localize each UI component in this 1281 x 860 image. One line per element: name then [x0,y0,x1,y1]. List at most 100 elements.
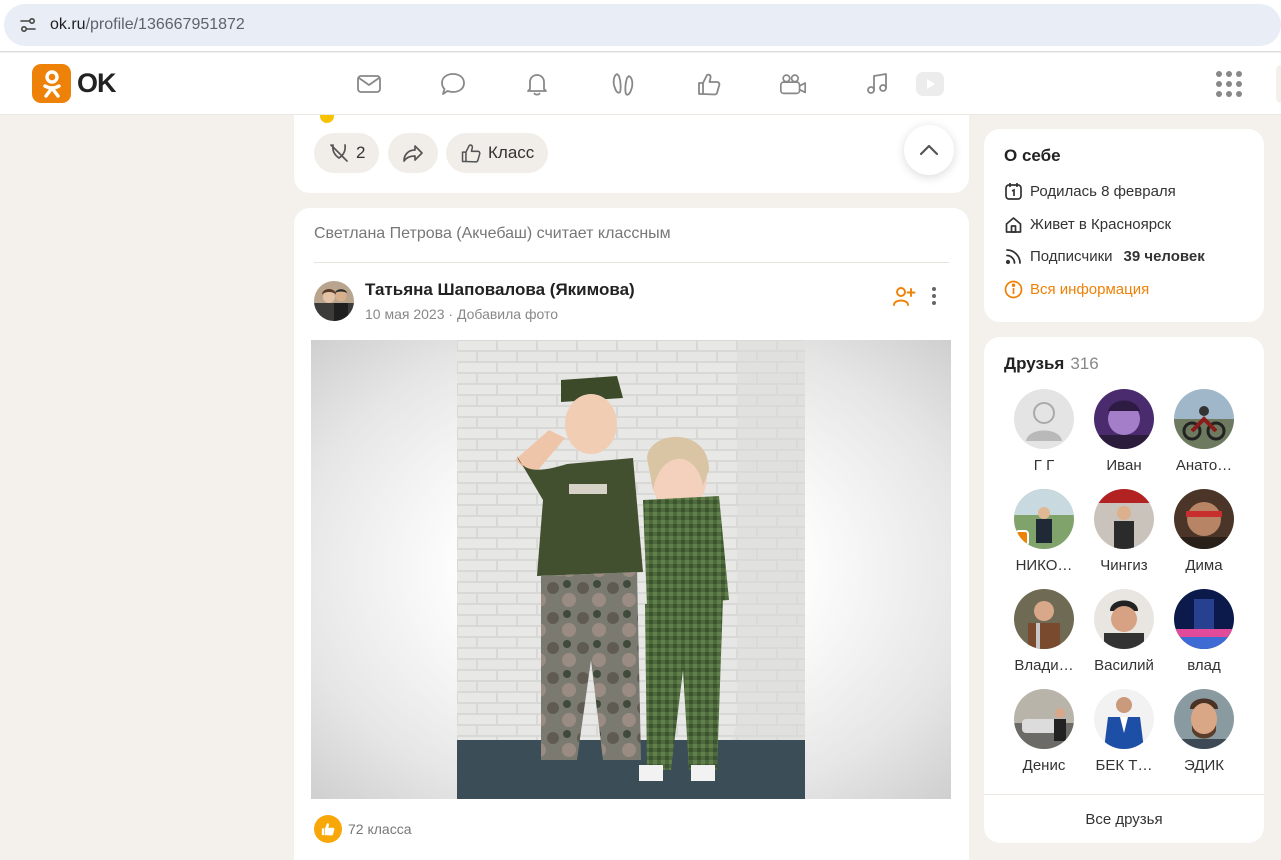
url-path: /profile/136667951872 [85,16,245,33]
friend-name: Г Г [1033,457,1055,474]
friend-name: влад [1187,657,1221,674]
share-button[interactable] [388,133,438,173]
friend-item[interactable]: Анато… [1169,389,1239,474]
friend-item[interactable]: ЭДИК [1169,689,1239,774]
friend-name: Василий [1094,657,1154,674]
klass-button[interactable]: Класс [446,133,549,173]
divider [984,794,1264,795]
all-friends-link[interactable]: Все друзья [984,811,1264,828]
meta-separator: · [448,306,454,322]
browser-toolbar: ok.ru/profile/136667951872 [0,0,1281,52]
reshare-count: 2 [356,143,366,162]
share-icon [403,145,423,162]
post-author-name[interactable]: Татьяна Шаповалова (Якимова) [365,280,635,300]
messages-icon[interactable] [354,69,384,99]
friends-count: 316 [1070,354,1099,373]
events-icon[interactable] [694,69,724,99]
post-meta: 10 мая 2023 · Добавила фото [365,306,558,322]
friend-item[interactable]: Василий [1089,589,1159,674]
add-friend-icon[interactable] [890,282,918,310]
rss-icon [1005,249,1021,265]
friend-name: НИКО… [1015,557,1073,574]
friends-title-text: Друзья [1004,354,1065,373]
likes-count: 72 класса [348,821,412,837]
friend-item[interactable]: НИКО… [1009,489,1079,574]
previous-post-card: 2 Класс [294,115,969,193]
friend-name: Дима [1185,557,1223,574]
followers-row[interactable]: Подписчики 39 человек [1004,247,1205,266]
address-bar[interactable]: ok.ru/profile/136667951872 [4,4,1281,46]
followers-count: 39 человек [1123,248,1205,265]
friend-avatar [1014,389,1074,449]
likes-row[interactable]: 72 класса [314,815,412,843]
friend-item[interactable]: Иван [1089,389,1159,474]
friend-name: Анато… [1175,457,1233,474]
more-options-icon[interactable] [922,282,946,310]
friend-item[interactable]: Г Г [1009,389,1079,474]
online-badge-icon [1015,530,1029,546]
url-host: ok.ru [50,16,86,33]
friend-item[interactable]: Влади… [1009,589,1079,674]
friend-name: Влади… [1014,657,1074,674]
liked-by-text[interactable]: Светлана Петрова (Акчебаш) считает класс… [314,225,671,243]
about-title: О себе [1004,146,1061,165]
friend-avatar [1174,689,1234,749]
ok-logo-icon [32,64,71,103]
video-tv-icon[interactable] [914,69,946,99]
info-icon [1004,280,1023,299]
discussions-icon[interactable] [438,69,468,99]
friend-name: Денис [1022,757,1066,774]
friend-avatar [1174,389,1234,449]
birthday-text: Родилась 8 февраля [1030,183,1176,200]
friend-item[interactable]: БЕК Т… [1089,689,1159,774]
ok-logo[interactable]: OK [32,64,116,103]
friend-avatar [1174,489,1234,549]
friend-name: БЕК Т… [1095,757,1153,774]
apps-grid-icon[interactable] [1216,71,1242,97]
about-card: О себе Родилась 8 февраля Живет в Красно… [984,129,1264,322]
chevron-up-icon [919,144,939,156]
friend-avatar [1094,389,1154,449]
friend-avatar [1014,589,1074,649]
friend-avatar [1014,689,1074,749]
post-action: Добавила фото [456,306,559,322]
post-card: Светлана Петрова (Акчебаш) считает класс… [294,208,969,860]
followers-label: Подписчики [1030,248,1113,265]
location-row: Живет в Красноярск [1004,215,1171,234]
friend-avatar [1094,489,1154,549]
friend-avatar [1174,589,1234,649]
notifications-icon[interactable] [522,69,552,99]
all-info-link[interactable]: Вся информация [1004,280,1149,299]
reshare-count-button[interactable]: 2 [314,133,380,173]
friend-avatar [1094,589,1154,649]
video-icon[interactable] [778,69,808,99]
header-edge [1276,65,1281,103]
location-text: Живет в Красноярск [1030,216,1172,233]
friend-item[interactable]: Чингиз [1089,489,1159,574]
friend-item[interactable]: Денис [1009,689,1079,774]
post-photo[interactable] [311,340,951,799]
friend-avatar [1014,489,1074,549]
url-text[interactable]: ok.ru/profile/136667951872 [50,16,245,34]
friend-avatar [1094,689,1154,749]
guests-icon[interactable] [608,69,638,99]
site-info-icon[interactable] [10,7,46,43]
author-avatar[interactable] [314,281,354,321]
thumb-up-icon [461,144,481,163]
divider [314,262,949,263]
like-badge-icon [314,815,342,843]
friends-card: Друзья 316 Г Г Иван Анато… НИКО… Чингиз [984,337,1264,843]
photo-image [457,340,805,799]
no-comments-icon [330,144,348,162]
klass-label: Класс [488,143,535,162]
site-header: OK [0,53,1281,115]
friends-title[interactable]: Друзья 316 [1004,354,1099,374]
calendar-icon [1005,183,1022,200]
all-info-text: Вся информация [1030,281,1150,298]
friend-name: Чингиз [1100,557,1148,574]
music-icon[interactable] [862,69,892,99]
post-date[interactable]: 10 мая 2023 [365,306,445,322]
friend-item[interactable]: Дима [1169,489,1239,574]
collapse-button[interactable] [904,125,954,175]
friend-item[interactable]: влад [1169,589,1239,674]
